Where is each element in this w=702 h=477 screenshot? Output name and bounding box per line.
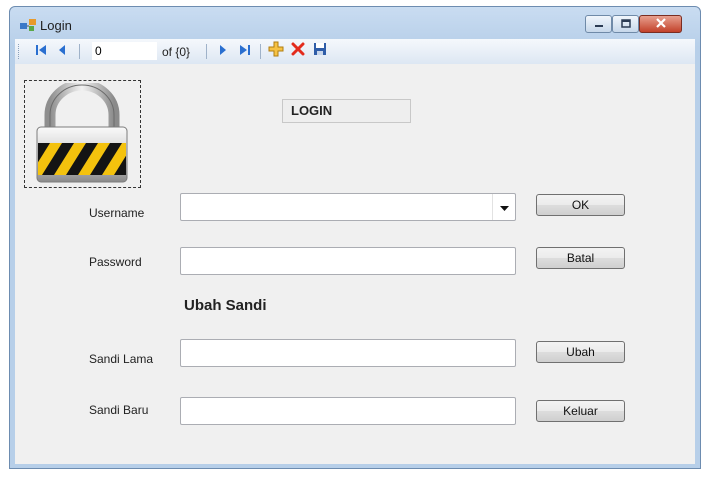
login-header: LOGIN xyxy=(282,99,411,123)
minimize-button[interactable] xyxy=(585,15,612,33)
toolbar-grip[interactable] xyxy=(18,44,21,59)
app-icon xyxy=(20,18,36,32)
save-button[interactable] xyxy=(311,43,329,60)
old-password-label: Sandi Lama xyxy=(89,352,154,366)
add-new-icon xyxy=(268,41,284,62)
cancel-button[interactable]: Batal xyxy=(536,247,625,269)
move-next-icon xyxy=(218,43,228,61)
new-password-field[interactable] xyxy=(180,397,516,425)
change-password-heading: Ubah Sandi xyxy=(184,297,267,314)
count-label: of {0} xyxy=(162,45,191,59)
combobox-dropdown-button[interactable] xyxy=(492,194,515,220)
window-title: Login xyxy=(40,18,72,33)
form-client-area: LOGIN Username OK Password Batal Ubah Sa… xyxy=(15,64,695,464)
close-icon xyxy=(655,15,667,33)
toolbar-separator xyxy=(206,44,207,59)
padlock-picture xyxy=(24,79,141,190)
padlock-icon xyxy=(28,79,136,190)
toolbar-separator xyxy=(79,44,80,59)
binding-navigator: of {0} xyxy=(15,39,695,65)
maximize-icon xyxy=(620,15,631,33)
toolbar-separator xyxy=(260,44,261,59)
add-new-button[interactable] xyxy=(267,41,285,62)
delete-icon xyxy=(291,42,305,61)
login-window: Login of xyxy=(9,6,701,469)
delete-button[interactable] xyxy=(289,42,307,61)
move-first-button[interactable] xyxy=(32,43,50,60)
move-first-icon xyxy=(35,43,47,61)
move-previous-button[interactable] xyxy=(53,43,71,60)
exit-button[interactable]: Keluar xyxy=(536,400,625,422)
new-password-label: Sandi Baru xyxy=(89,403,149,417)
title-bar[interactable]: Login xyxy=(10,7,700,39)
username-combobox[interactable] xyxy=(180,193,516,221)
minimize-icon xyxy=(594,15,604,33)
password-label: Password xyxy=(89,255,142,269)
maximize-button[interactable] xyxy=(612,15,639,33)
old-password-field[interactable] xyxy=(180,339,516,367)
move-previous-icon xyxy=(57,43,67,61)
move-last-icon xyxy=(239,43,251,61)
move-last-button[interactable] xyxy=(236,43,254,60)
move-next-button[interactable] xyxy=(214,43,232,60)
close-button[interactable] xyxy=(639,15,682,33)
login-heading: LOGIN xyxy=(291,103,333,118)
ok-button[interactable]: OK xyxy=(536,194,625,216)
username-label: Username xyxy=(89,206,145,220)
position-input[interactable] xyxy=(92,42,157,60)
dropdown-arrow-icon xyxy=(499,198,509,216)
password-field[interactable] xyxy=(180,247,516,275)
save-icon xyxy=(313,42,327,61)
change-button[interactable]: Ubah xyxy=(536,341,625,363)
